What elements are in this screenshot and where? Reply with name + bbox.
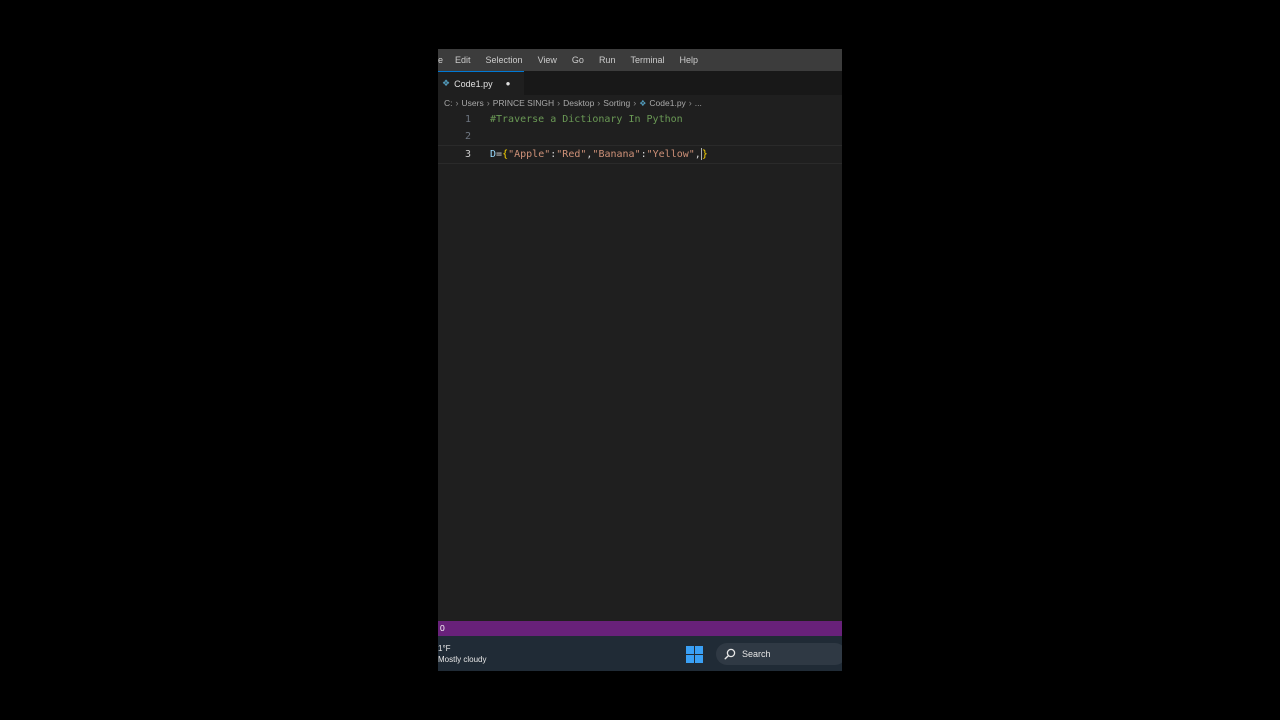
menu-edit[interactable]: Edit bbox=[447, 55, 478, 65]
code-line[interactable]: 2 bbox=[438, 128, 842, 145]
token-string: "Red" bbox=[556, 148, 587, 160]
python-file-icon: ❖ bbox=[442, 78, 451, 88]
weather-temperature: 1°F bbox=[438, 644, 451, 653]
menu-bar: e Edit Selection View Go Run Terminal He… bbox=[438, 49, 842, 71]
code-text: D={"Apple":"Red","Banana":"Yellow",} bbox=[490, 146, 708, 163]
menu-go[interactable]: Go bbox=[564, 55, 591, 65]
chevron-right-icon: › bbox=[633, 98, 637, 108]
search-label: Search bbox=[742, 649, 771, 659]
breadcrumb-users[interactable]: Users bbox=[462, 98, 484, 108]
menu-view[interactable]: View bbox=[530, 55, 564, 65]
menu-selection[interactable]: Selection bbox=[478, 55, 530, 65]
menu-run[interactable]: Run bbox=[591, 55, 623, 65]
taskbar-search-box[interactable]: Search bbox=[716, 643, 842, 665]
status-bar: 0 bbox=[438, 621, 842, 636]
windows-taskbar: 1°F Mostly cloudy Search bbox=[438, 636, 842, 671]
menu-terminal[interactable]: Terminal bbox=[622, 55, 671, 65]
breadcrumb-sorting[interactable]: Sorting bbox=[603, 98, 630, 108]
chevron-right-icon: › bbox=[455, 98, 459, 108]
editor-area: ❖ Code1.py ● C: › Users › PRINCE SINGH ›… bbox=[438, 71, 842, 621]
code-editor[interactable]: 1 #Traverse a Dictionary In Python 2 3 D… bbox=[438, 111, 842, 164]
menu-file[interactable]: e bbox=[438, 55, 447, 65]
token-string: "Yellow" bbox=[646, 148, 695, 160]
search-icon bbox=[724, 648, 736, 660]
tab-filename: Code1.py bbox=[454, 78, 493, 89]
line-number: 3 bbox=[464, 148, 471, 160]
status-problems-count[interactable]: 0 bbox=[438, 623, 445, 633]
token-string: "Apple" bbox=[508, 148, 551, 160]
breadcrumb-drive[interactable]: C: bbox=[444, 98, 453, 108]
windows-start-icon[interactable] bbox=[686, 646, 703, 663]
code-line-current[interactable]: 3 D={"Apple":"Red","Banana":"Yellow",} bbox=[438, 144, 842, 164]
python-file-icon: ❖ bbox=[639, 98, 647, 108]
code-line[interactable]: 1 #Traverse a Dictionary In Python bbox=[438, 111, 842, 128]
tab-code1-py[interactable]: ❖ Code1.py ● bbox=[438, 71, 524, 95]
chevron-right-icon: › bbox=[688, 98, 692, 108]
chevron-right-icon: › bbox=[486, 98, 490, 108]
breadcrumb-more[interactable]: ... bbox=[695, 98, 702, 108]
tab-bar: ❖ Code1.py ● bbox=[438, 71, 842, 95]
line-number: 1 bbox=[464, 114, 471, 125]
chevron-right-icon: › bbox=[597, 98, 601, 108]
code-comment: #Traverse a Dictionary In Python bbox=[490, 114, 683, 125]
screen-frame: e Edit Selection View Go Run Terminal He… bbox=[438, 0, 842, 720]
breadcrumb-user[interactable]: PRINCE SINGH bbox=[493, 98, 554, 108]
breadcrumb: C: › Users › PRINCE SINGH › Desktop › So… bbox=[444, 98, 702, 108]
unsaved-dot-icon[interactable]: ● bbox=[506, 79, 511, 88]
weather-widget[interactable]: 1°F Mostly cloudy bbox=[438, 643, 486, 665]
breadcrumb-file[interactable]: Code1.py bbox=[649, 98, 685, 108]
menu-help[interactable]: Help bbox=[671, 55, 705, 65]
weather-condition: Mostly cloudy bbox=[438, 655, 487, 664]
token-brace-close: } bbox=[701, 148, 708, 160]
chevron-right-icon: › bbox=[557, 98, 561, 108]
line-number: 2 bbox=[464, 131, 471, 143]
token-string: "Banana" bbox=[592, 148, 641, 160]
breadcrumb-desktop[interactable]: Desktop bbox=[563, 98, 594, 108]
